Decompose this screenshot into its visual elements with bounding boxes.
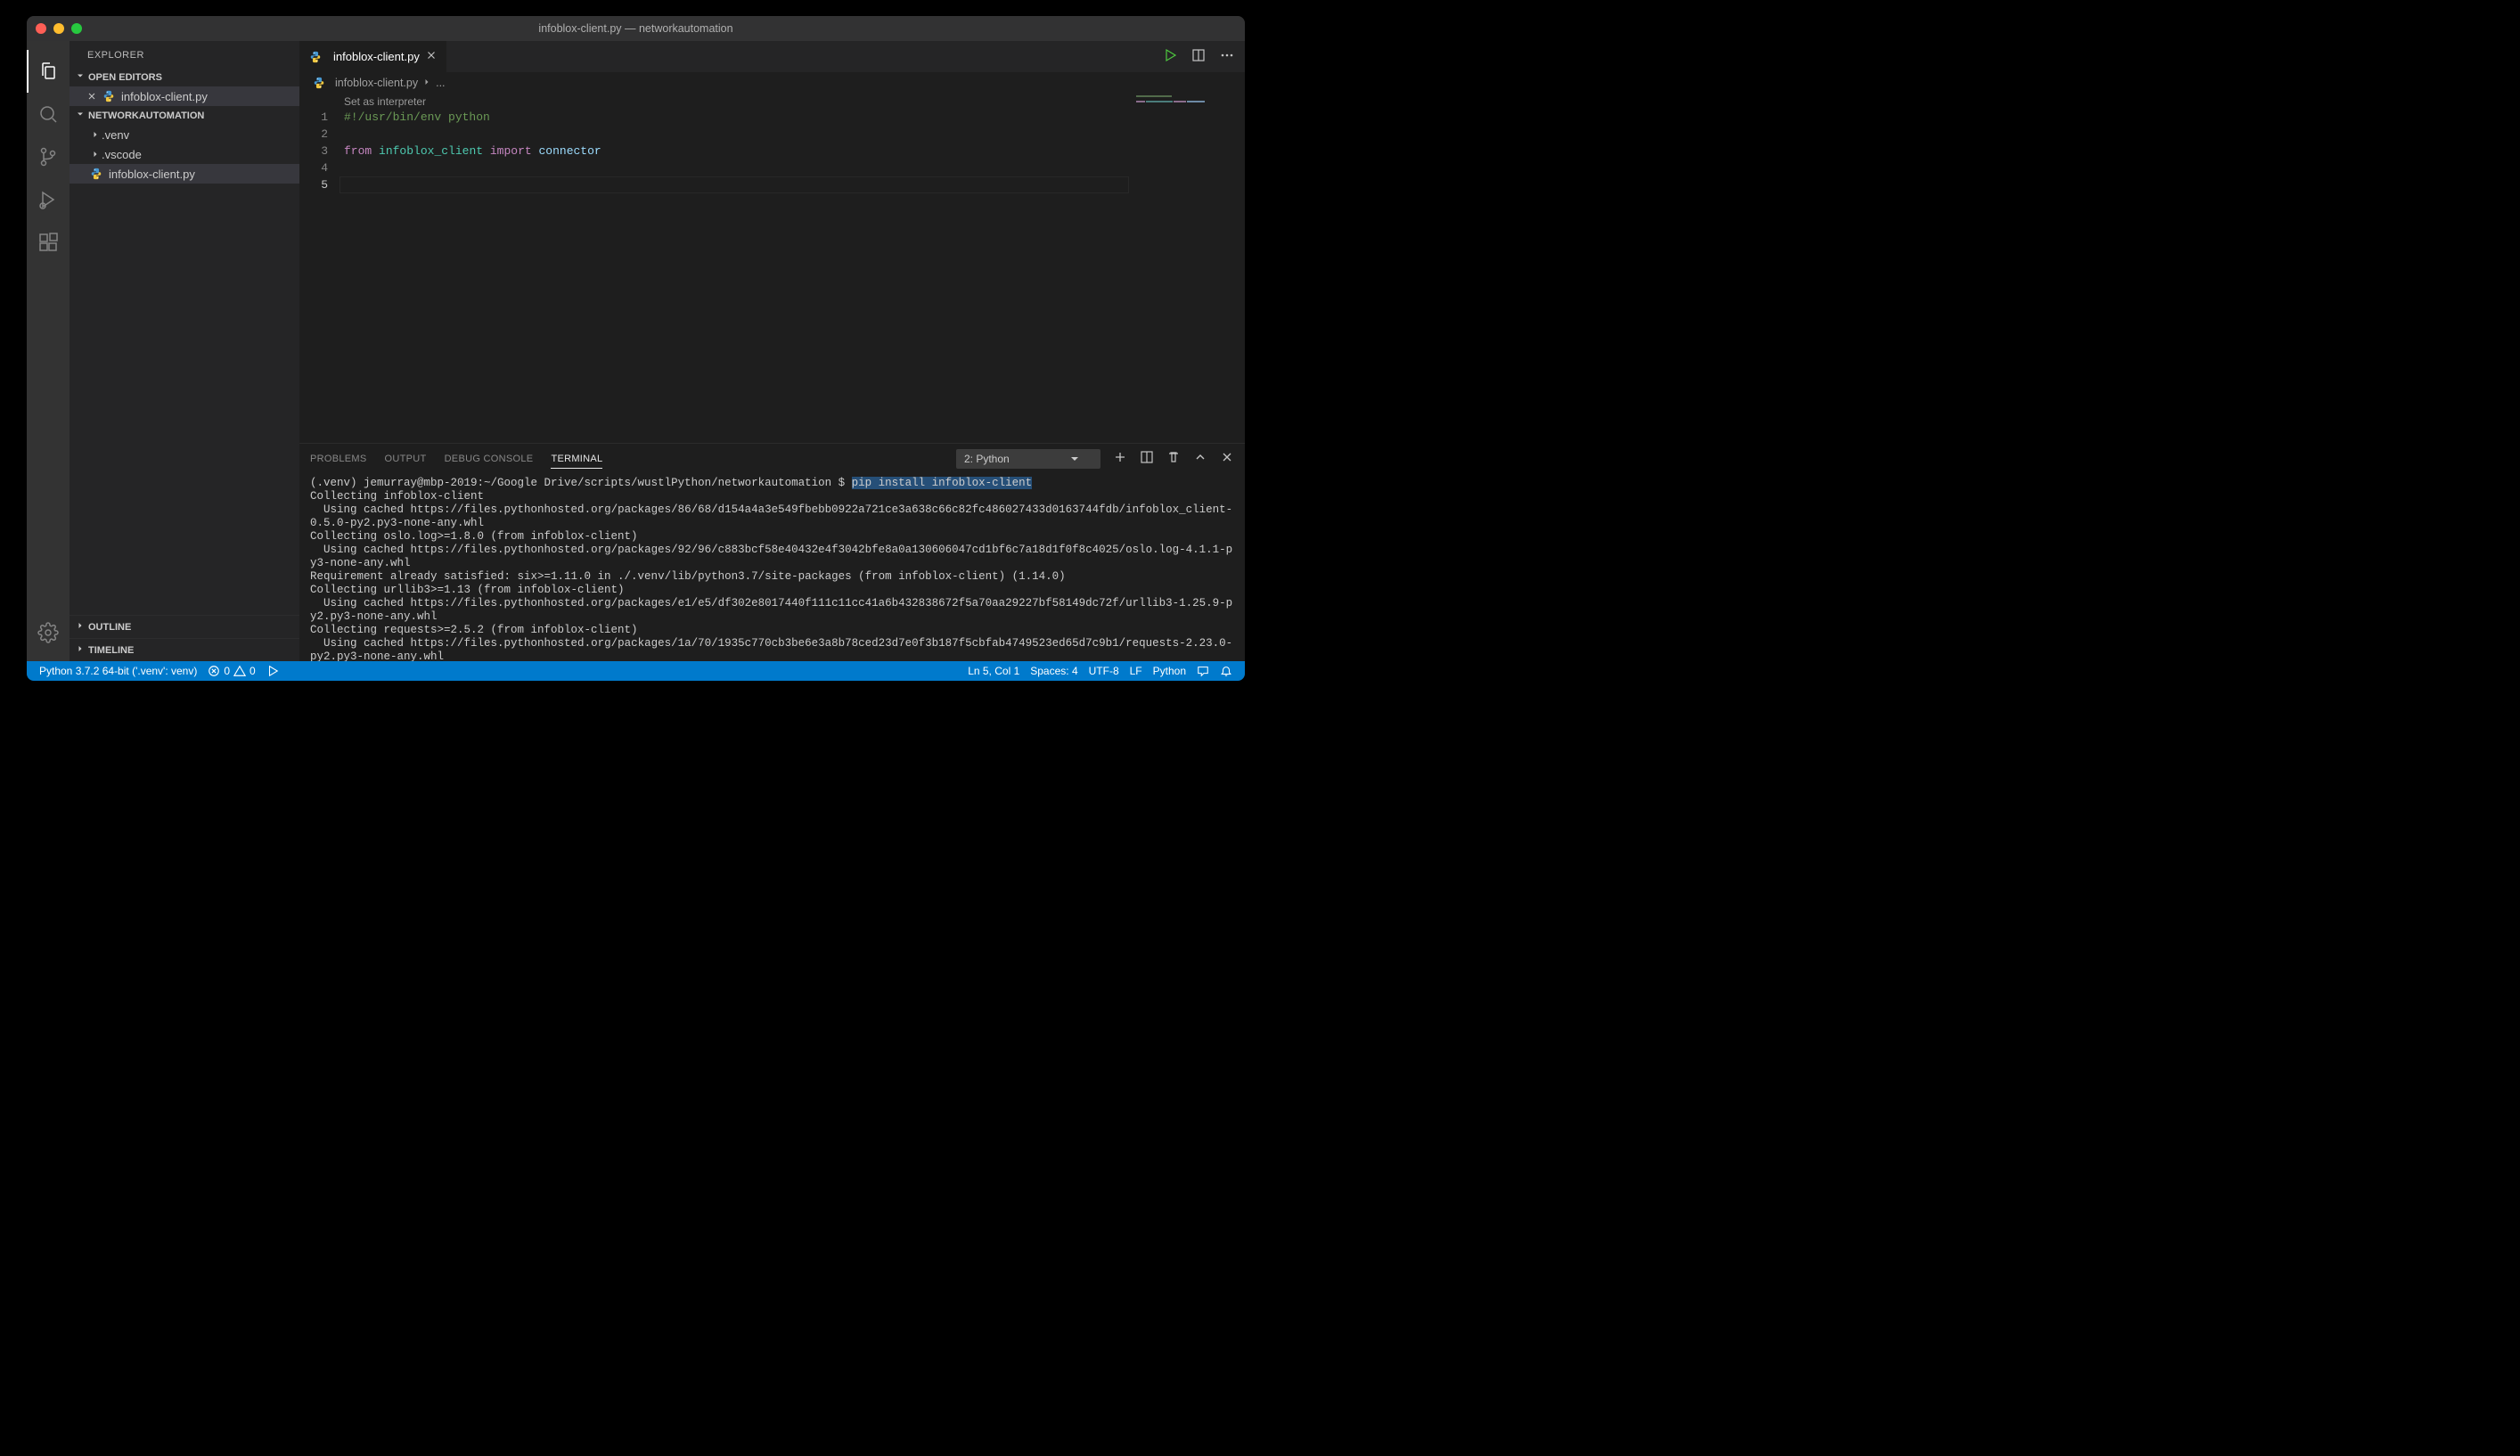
line-gutter: 1 2 3 4 5	[299, 94, 344, 443]
close-icon[interactable]	[425, 49, 438, 64]
status-bar: Python 3.7.2 64-bit ('.venv': venv) 0 0 …	[27, 661, 1245, 681]
panel-tab-debug[interactable]: DEBUG CONSOLE	[445, 454, 534, 464]
tab-infoblox-client[interactable]: infoblox-client.py	[299, 41, 447, 72]
open-editors-header[interactable]: OPEN EDITORS	[70, 68, 299, 86]
panel-tab-output[interactable]: OUTPUT	[385, 454, 427, 464]
branch-icon	[37, 146, 59, 168]
activity-run-debug[interactable]	[27, 178, 70, 221]
chevron-right-icon	[421, 77, 432, 90]
open-editor-item[interactable]: infoblox-client.py	[70, 86, 299, 106]
close-icon[interactable]	[86, 91, 98, 102]
activity-extensions[interactable]	[27, 221, 70, 264]
terminal-output[interactable]: (.venv) jemurray@mbp-2019:~/Google Drive…	[299, 473, 1245, 661]
python-file-icon	[89, 167, 103, 181]
status-eol[interactable]: LF	[1125, 665, 1148, 677]
more-actions-button[interactable]	[1220, 48, 1234, 65]
project-header[interactable]: NETWORKAUTOMATION	[70, 106, 299, 125]
maximize-panel-button[interactable]	[1193, 450, 1207, 467]
status-python-interpreter[interactable]: Python 3.7.2 64-bit ('.venv': venv)	[34, 661, 202, 681]
status-language[interactable]: Python	[1148, 665, 1191, 677]
bell-icon	[1220, 665, 1232, 677]
close-panel-button[interactable]	[1220, 450, 1234, 467]
window-title: infoblox-client.py — networkautomation	[538, 22, 732, 35]
folder-label: .venv	[102, 128, 129, 142]
open-editor-filename: infoblox-client.py	[121, 90, 208, 103]
status-encoding[interactable]: UTF-8	[1084, 665, 1125, 677]
editor-area: infoblox-client.py	[299, 41, 1245, 661]
activity-explorer[interactable]	[27, 50, 70, 93]
terminal-select[interactable]: 2: Python	[956, 449, 1100, 469]
run-button[interactable]	[1163, 48, 1177, 65]
panel-tabs: PROBLEMS OUTPUT DEBUG CONSOLE TERMINAL 2…	[299, 444, 1245, 473]
code-content[interactable]: Set as interpreter #!/usr/bin/env python…	[344, 94, 1245, 443]
file-infoblox-client[interactable]: infoblox-client.py	[70, 164, 299, 184]
window-minimize-button[interactable]	[53, 23, 64, 34]
vscode-window: infoblox-client.py — networkautomation	[27, 16, 1245, 681]
window-maximize-button[interactable]	[71, 23, 82, 34]
chevron-down-icon	[1068, 452, 1082, 466]
main-area: EXPLORER OPEN EDITORS infoblox-client.py…	[27, 41, 1245, 661]
timeline-header[interactable]: TIMELINE	[70, 638, 299, 661]
folder-label: .vscode	[102, 148, 142, 161]
play-icon	[266, 665, 279, 677]
status-indentation[interactable]: Spaces: 4	[1025, 665, 1083, 677]
status-problems[interactable]: 0 0	[202, 661, 260, 681]
status-feedback[interactable]	[1191, 665, 1215, 677]
activity-source-control[interactable]	[27, 135, 70, 178]
codelens-set-interpreter[interactable]: Set as interpreter	[344, 94, 1245, 109]
file-label: infoblox-client.py	[109, 168, 195, 181]
open-editors-label: OPEN EDITORS	[88, 72, 162, 83]
timeline-label: TIMELINE	[88, 645, 134, 656]
search-icon	[37, 103, 59, 125]
debug-icon	[37, 189, 59, 210]
kill-terminal-button[interactable]	[1166, 450, 1181, 467]
tabs-row: infoblox-client.py	[299, 41, 1245, 72]
tab-label: infoblox-client.py	[333, 50, 420, 63]
status-notifications[interactable]	[1215, 665, 1238, 677]
split-terminal-button[interactable]	[1140, 450, 1154, 467]
split-editor-button[interactable]	[1191, 48, 1206, 65]
files-icon	[37, 61, 59, 82]
window-titlebar: infoblox-client.py — networkautomation	[27, 16, 1245, 41]
project-label: NETWORKAUTOMATION	[88, 110, 204, 121]
extensions-icon	[37, 232, 59, 253]
activity-settings[interactable]	[27, 611, 70, 654]
window-close-button[interactable]	[36, 23, 46, 34]
panel-tab-problems[interactable]: PROBLEMS	[310, 454, 367, 464]
activity-search[interactable]	[27, 93, 70, 135]
status-cursor-position[interactable]: Ln 5, Col 1	[962, 665, 1025, 677]
breadcrumb-more: ...	[436, 77, 445, 89]
outline-header[interactable]: OUTLINE	[70, 615, 299, 638]
error-icon	[208, 665, 220, 677]
chevron-right-icon	[89, 149, 102, 160]
outline-label: OUTLINE	[88, 622, 131, 633]
sidebar-title: EXPLORER	[70, 41, 299, 68]
folder-vscode[interactable]: .vscode	[70, 144, 299, 164]
python-file-icon	[312, 76, 326, 90]
activity-bar	[27, 41, 70, 661]
python-file-icon	[308, 50, 323, 64]
chevron-right-icon	[75, 620, 86, 634]
bottom-panel: PROBLEMS OUTPUT DEBUG CONSOLE TERMINAL 2…	[299, 443, 1245, 661]
chevron-right-icon	[75, 643, 86, 657]
chevron-down-icon	[75, 109, 86, 122]
code-editor[interactable]: 1 2 3 4 5 Set as interpreter #!/usr/bin/…	[299, 94, 1245, 443]
new-terminal-button[interactable]	[1113, 450, 1127, 467]
tab-actions	[1163, 41, 1245, 72]
feedback-icon	[1197, 665, 1209, 677]
breadcrumb-file: infoblox-client.py	[335, 77, 418, 89]
explorer-sidebar: EXPLORER OPEN EDITORS infoblox-client.py…	[70, 41, 299, 661]
folder-venv[interactable]: .venv	[70, 125, 299, 144]
traffic-lights	[36, 23, 82, 34]
chevron-right-icon	[89, 129, 102, 140]
gear-icon	[37, 622, 59, 643]
warning-icon	[233, 665, 246, 677]
python-file-icon	[102, 89, 116, 103]
status-run[interactable]	[261, 661, 284, 681]
breadcrumbs[interactable]: infoblox-client.py ...	[299, 72, 1245, 94]
chevron-down-icon	[75, 70, 86, 84]
panel-tab-terminal[interactable]: TERMINAL	[551, 454, 602, 469]
